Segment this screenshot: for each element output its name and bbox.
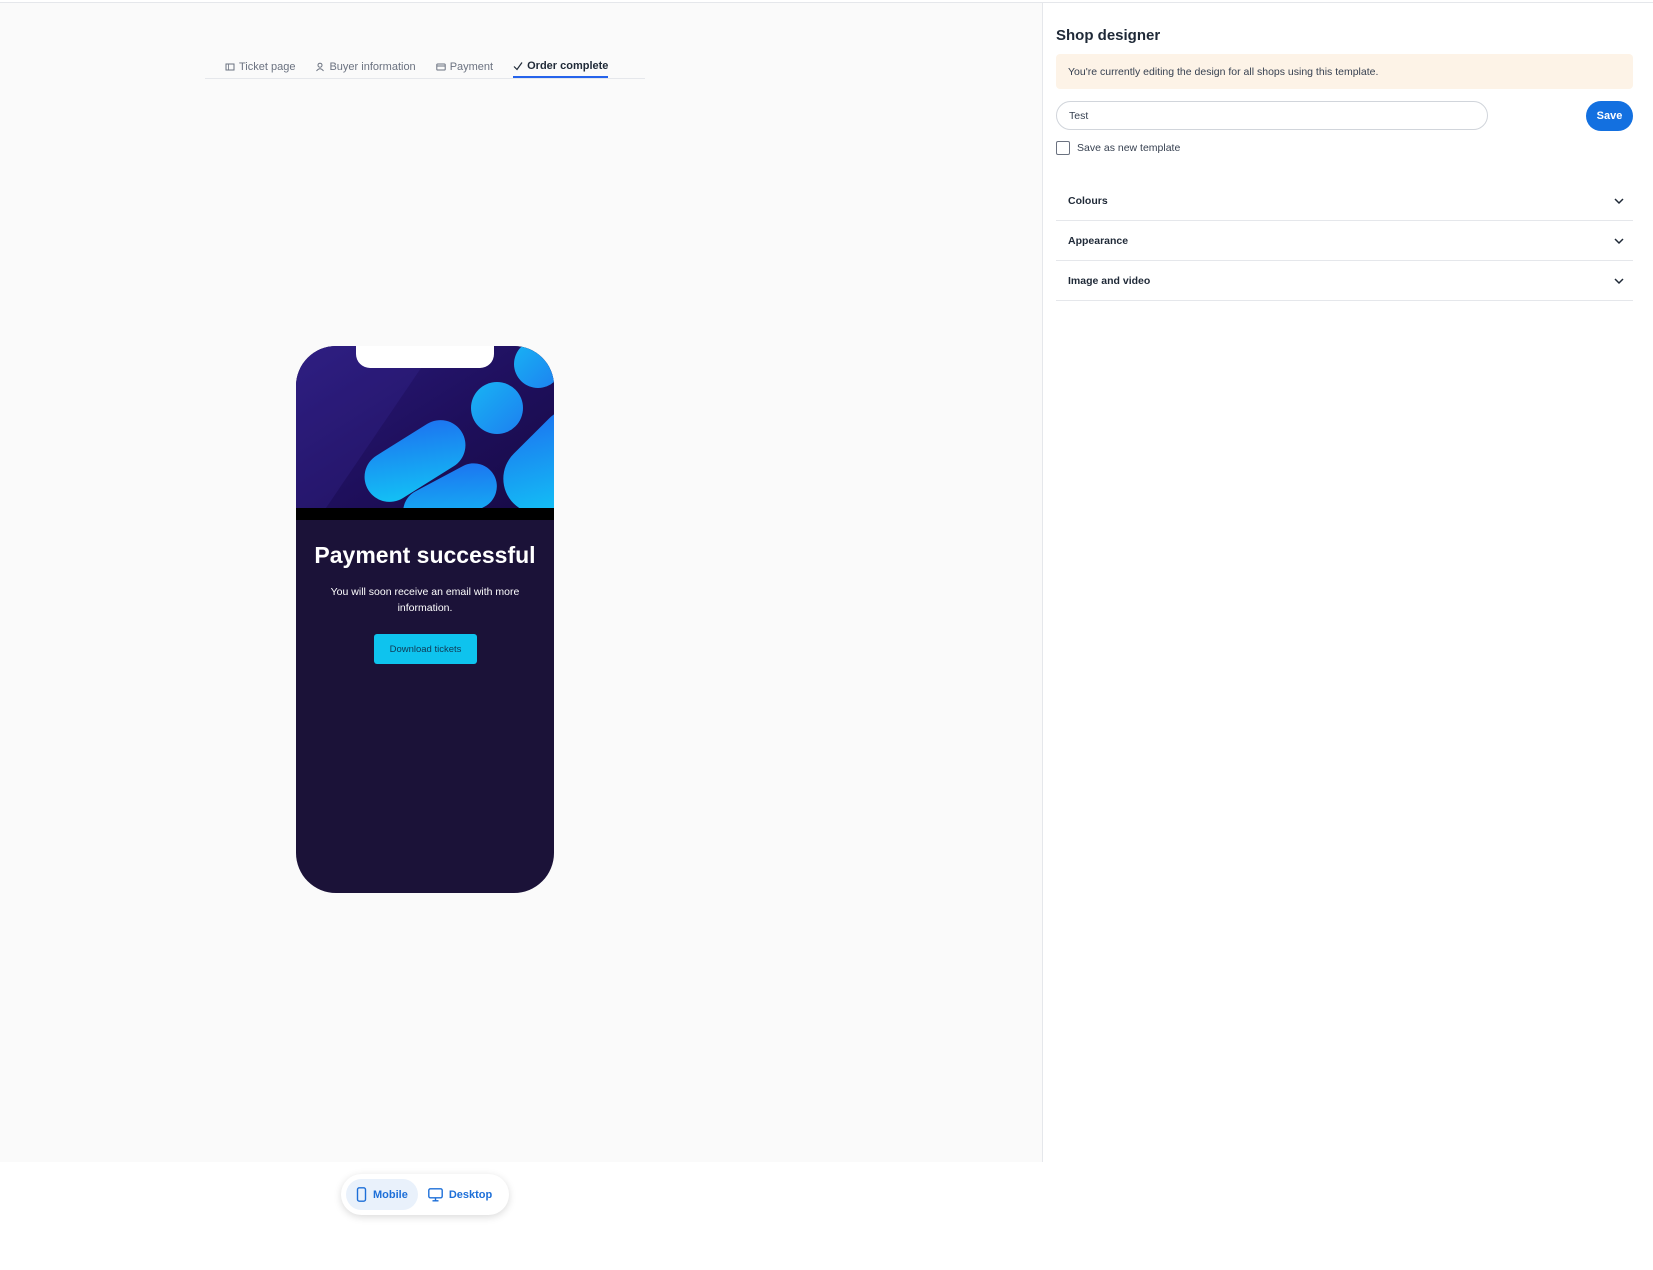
- tab-label: Payment: [449, 60, 494, 73]
- section-label: Colours: [1068, 194, 1108, 207]
- shop-designer-app: Ticket page Buyer information Payment Or…: [0, 0, 1653, 1270]
- tab-label: Ticket page: [239, 60, 296, 73]
- tab-payment[interactable]: Payment: [435, 55, 494, 78]
- chevron-down-icon: [1613, 237, 1625, 245]
- device-toggle: Mobile Desktop: [341, 1174, 509, 1215]
- preview-footer: [0, 1162, 1043, 1270]
- ticket-icon: [225, 62, 235, 72]
- step-tabs: Ticket page Buyer information Payment Or…: [205, 55, 645, 79]
- template-notice: You're currently editing the design for …: [1056, 54, 1633, 89]
- chevron-down-icon: [1613, 277, 1625, 285]
- tab-label: Order complete: [527, 59, 609, 72]
- panel-title: Shop designer: [1056, 27, 1161, 44]
- download-tickets-button[interactable]: Download tickets: [374, 634, 477, 664]
- mobile-icon: [356, 1187, 367, 1202]
- tab-ticket-page[interactable]: Ticket page: [225, 55, 295, 78]
- section-appearance[interactable]: Appearance: [1056, 221, 1633, 261]
- tab-order-complete[interactable]: Order complete: [513, 55, 609, 78]
- save-as-new-template-label: Save as new template: [1077, 142, 1181, 154]
- preview-canvas: Ticket page Buyer information Payment Or…: [0, 3, 1043, 1270]
- save-as-new-template-checkbox[interactable]: [1056, 141, 1070, 155]
- preview-title: Payment successful: [314, 542, 536, 568]
- preview-subtitle: You will soon receive an email with more…: [330, 586, 520, 614]
- section-image-and-video[interactable]: Image and video: [1056, 261, 1633, 301]
- phone-notch: [356, 346, 494, 368]
- section-label: Appearance: [1068, 234, 1129, 247]
- user-icon: [315, 62, 325, 72]
- notice-text: You're currently editing the design for …: [1068, 65, 1379, 78]
- settings-accordion: Colours Appearance Image and video: [1056, 181, 1633, 301]
- template-name-input[interactable]: [1056, 101, 1488, 130]
- mobile-label: Mobile: [373, 1188, 408, 1201]
- section-label: Image and video: [1068, 274, 1151, 287]
- save-button[interactable]: Save: [1586, 101, 1633, 131]
- tab-buyer-information[interactable]: Buyer information: [315, 55, 416, 78]
- mobile-preview-frame: Payment successful You will soon receive…: [296, 346, 554, 893]
- credit-card-icon: [435, 62, 446, 72]
- save-as-new-template-row: Save as new template: [1056, 141, 1180, 155]
- section-colours[interactable]: Colours: [1056, 181, 1633, 221]
- desktop-icon: [427, 1187, 443, 1202]
- hero-divider-band: [296, 508, 554, 520]
- desktop-view-button[interactable]: Desktop: [418, 1179, 502, 1210]
- desktop-label: Desktop: [448, 1188, 493, 1201]
- shop-designer-panel: Shop designer You're currently editing t…: [1044, 3, 1653, 1270]
- tab-label: Buyer information: [329, 60, 416, 73]
- chevron-down-icon: [1613, 197, 1625, 205]
- hero-image: [296, 346, 554, 508]
- mobile-view-button[interactable]: Mobile: [346, 1179, 418, 1210]
- check-icon: [513, 61, 523, 71]
